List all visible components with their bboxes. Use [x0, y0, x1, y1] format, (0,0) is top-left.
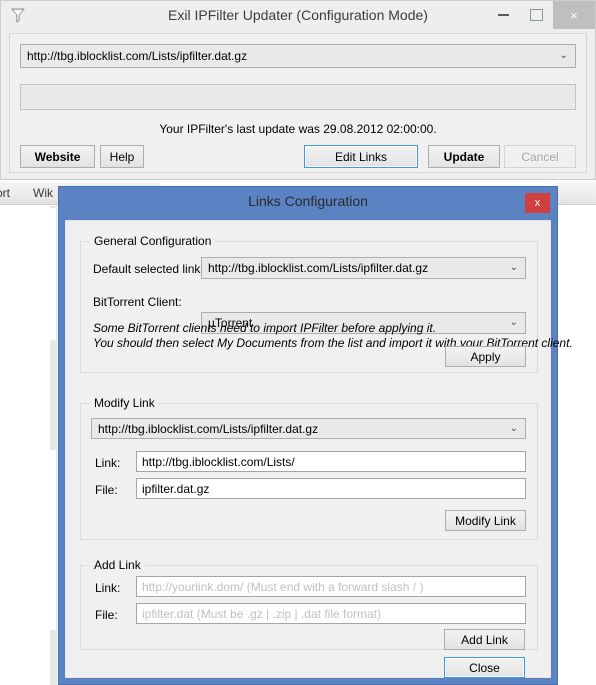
- add-link-input[interactable]: http://yourlink.dom/ (Must end with a fo…: [136, 576, 526, 597]
- default-link-combobox[interactable]: http://tbg.iblocklist.com/Lists/ipfilter…: [201, 257, 526, 279]
- background-scrollbar-thumb[interactable]: [50, 206, 56, 208]
- add-link-button[interactable]: Add Link: [444, 629, 525, 650]
- background-left-pane: [0, 204, 57, 685]
- import-hint-line-1: Some BitTorrent clients need to import I…: [93, 321, 437, 335]
- default-link-label: Default selected link:: [93, 262, 204, 276]
- general-configuration-legend: General Configuration: [90, 234, 216, 248]
- status-text: Your IPFilter's last update was 29.08.20…: [159, 122, 437, 136]
- apply-button[interactable]: Apply: [445, 346, 526, 367]
- background-scrollbar-thumb[interactable]: [50, 630, 56, 685]
- url-combobox[interactable]: http://tbg.iblocklist.com/Lists/ipfilter…: [20, 44, 576, 68]
- add-link-legend: Add Link: [90, 558, 145, 572]
- update-button[interactable]: Update: [428, 145, 500, 168]
- add-file-input[interactable]: ipfilter.dat (Must be .gz | .zip | .dat …: [136, 603, 526, 624]
- chevron-down-icon: ⌄: [509, 262, 518, 273]
- chevron-down-icon: ⌄: [509, 422, 518, 434]
- update-progress-bar: [20, 84, 576, 110]
- modify-link-legend: Modify Link: [90, 396, 159, 410]
- dialog-close-button[interactable]: Close: [444, 657, 525, 678]
- main-window-titlebar[interactable]: Exil IPFilter Updater (Configuration Mod…: [1, 1, 595, 31]
- chevron-down-icon: ⌄: [559, 50, 568, 61]
- main-window: Exil IPFilter Updater (Configuration Mod…: [0, 0, 596, 180]
- add-file-field-label: File:: [95, 608, 118, 622]
- close-icon[interactable]: ×: [553, 1, 595, 29]
- modify-link-combobox[interactable]: http://tbg.iblocklist.com/Lists/ipfilter…: [91, 418, 526, 439]
- help-button[interactable]: Help: [100, 145, 144, 168]
- add-link-field-label: Link:: [95, 581, 121, 595]
- dialog-close-icon[interactable]: x: [525, 193, 550, 213]
- modify-link-button[interactable]: Modify Link: [445, 510, 526, 531]
- add-file-input-placeholder: ipfilter.dat (Must be .gz | .zip | .dat …: [142, 606, 381, 621]
- modify-link-group: Modify Link http://tbg.iblocklist.com/Li…: [80, 396, 538, 540]
- edit-links-button[interactable]: Edit Links: [304, 145, 418, 168]
- background-toolbar-right: [556, 182, 596, 205]
- maximize-icon[interactable]: [520, 1, 553, 29]
- general-configuration-group: General Configuration Default selected l…: [80, 234, 573, 373]
- background-scrollbar-thumb[interactable]: [50, 340, 56, 450]
- background-menu-item-0[interactable]: ort: [0, 186, 10, 200]
- modify-link-input-value: http://tbg.iblocklist.com/Lists/: [142, 454, 295, 469]
- dialog-title: Links Configuration: [248, 193, 368, 209]
- modify-link-field-label: Link:: [95, 456, 121, 470]
- website-button[interactable]: Website: [20, 145, 95, 168]
- links-configuration-dialog: Links Configuration x General Configurat…: [58, 186, 573, 685]
- chevron-down-icon: ⌄: [509, 317, 518, 328]
- modify-link-selected-value: http://tbg.iblocklist.com/Lists/ipfilter…: [98, 421, 319, 436]
- dialog-body: General Configuration Default selected l…: [65, 220, 573, 678]
- add-link-input-placeholder: http://yourlink.dom/ (Must end with a fo…: [142, 579, 424, 594]
- main-window-body: http://tbg.iblocklist.com/Lists/ipfilter…: [9, 33, 587, 173]
- modify-link-input[interactable]: http://tbg.iblocklist.com/Lists/: [136, 451, 526, 472]
- modify-file-field-label: File:: [95, 483, 118, 497]
- bittorrent-client-label: BitTorrent Client:: [93, 295, 182, 309]
- url-combobox-value: http://tbg.iblocklist.com/Lists/ipfilter…: [27, 49, 248, 63]
- modify-file-input-value: ipfilter.dat.gz: [142, 481, 210, 496]
- cancel-button: Cancel: [504, 145, 576, 168]
- window-controls: ×: [487, 1, 595, 29]
- background-menu-item-1[interactable]: Wik: [33, 186, 53, 200]
- modify-file-input[interactable]: ipfilter.dat.gz: [136, 478, 526, 499]
- minimize-icon[interactable]: [487, 1, 520, 29]
- background-right-pane: [556, 204, 596, 685]
- default-link-value: http://tbg.iblocklist.com/Lists/ipfilter…: [208, 261, 429, 275]
